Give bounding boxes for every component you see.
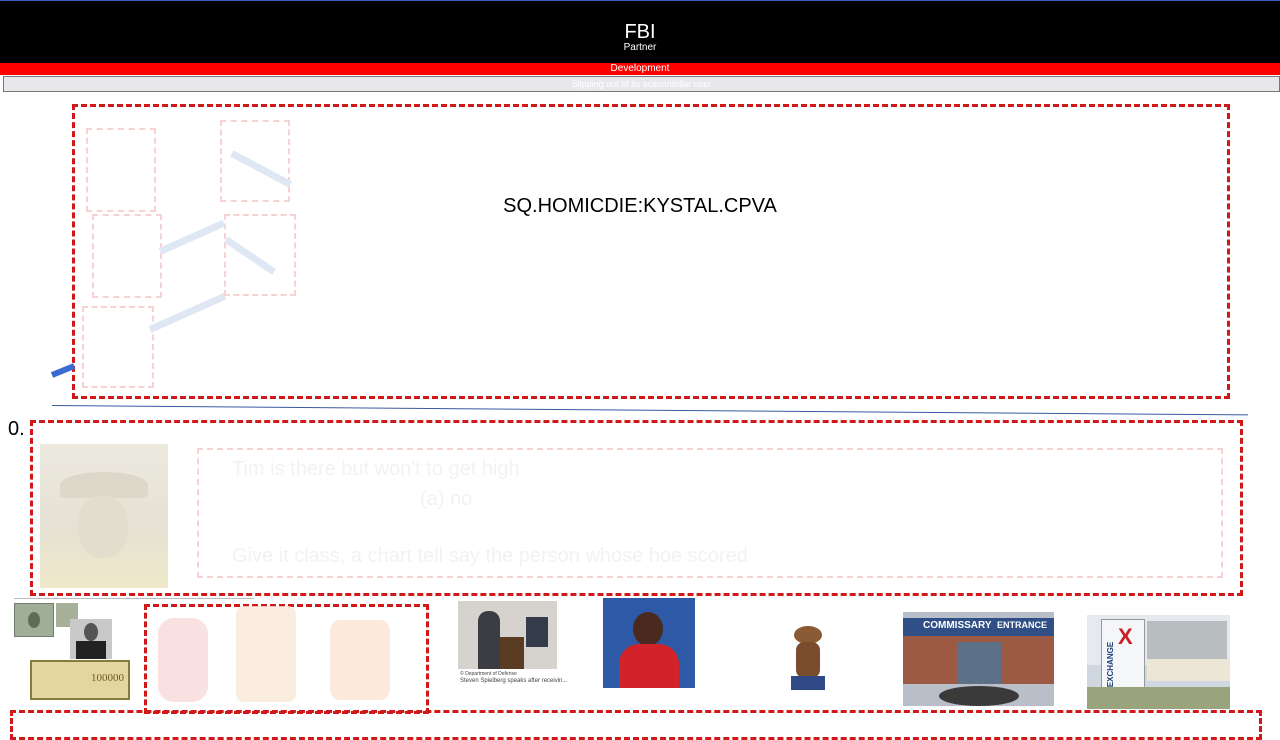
portrait-head: [84, 623, 98, 641]
toy-body: [796, 642, 820, 678]
speaker-red-top: [619, 644, 679, 688]
exchange-photo: X EXCHANGE: [1087, 615, 1230, 709]
ghost-node-4: [224, 214, 296, 296]
spielberg-caption-source: © Department of Defense: [460, 671, 517, 677]
ghost-node-3: [92, 214, 162, 298]
development-bar: Development: [0, 63, 1280, 75]
exchange-x-logo: X: [1118, 624, 1133, 649]
floor-mat: [939, 686, 1019, 706]
gold-note-thumbnail: 100000: [30, 660, 130, 700]
notice-bar: Slipping out of its action/dollar user: [3, 76, 1280, 92]
speaker-figure: [478, 611, 500, 669]
wilson-portrait-thumbnail: [70, 619, 112, 659]
buildings: [1147, 659, 1230, 681]
podium: [500, 637, 524, 669]
bottom-panel-frame: [10, 710, 1262, 740]
grass-strip: [1087, 687, 1230, 709]
toy-base: [791, 676, 825, 690]
spielberg-caption: Steven Spielberg speaks after receivin..…: [460, 678, 568, 684]
hat-shape: [60, 472, 148, 498]
et-toy-photo: [788, 626, 828, 690]
spielberg-photo: [458, 601, 557, 669]
lower-divider: [14, 598, 254, 599]
portrait-photo: [40, 444, 168, 588]
title-banner: FBI Partner: [0, 0, 1280, 63]
entrance-sign: ENTRANCE: [997, 620, 1048, 630]
commissary-sign: COMMISSARY: [923, 620, 992, 631]
calculator-icon: [236, 606, 296, 702]
section-divider: [51, 405, 1248, 416]
speaker-head: [633, 612, 663, 646]
section-index-label: 0.: [8, 418, 25, 440]
ghost-text-line-3: Give it class, a chart tell say the pers…: [232, 545, 748, 567]
commissary-photo: COMMISSARY ENTRANCE: [903, 612, 1054, 706]
face-shape: [78, 496, 128, 558]
banner-subtitle: Partner: [623, 42, 657, 53]
exchange-sign: EXCHANGE: [1106, 641, 1116, 688]
glass-doors: [957, 642, 1001, 684]
handheld-game-icon: [330, 620, 390, 700]
owl-calculator-icon: [158, 618, 208, 702]
banner-title: FBI: [624, 21, 656, 43]
ghost-text-line-2: (a) no: [420, 488, 473, 510]
dollar-bill-thumbnail: [14, 603, 54, 637]
banknote-value: 100000: [91, 672, 124, 684]
ghost-text-line-1: Tim is there but won't to get high: [232, 458, 520, 480]
portrait-oval: [28, 612, 40, 628]
ghost-node-5: [82, 306, 154, 388]
portrait-body: [76, 641, 106, 659]
main-panel-label: SQ.HOMICDIE:KYSTAL.CPVA: [503, 195, 777, 217]
press-briefing-photo: [603, 598, 695, 688]
framed-poster: [526, 617, 548, 647]
